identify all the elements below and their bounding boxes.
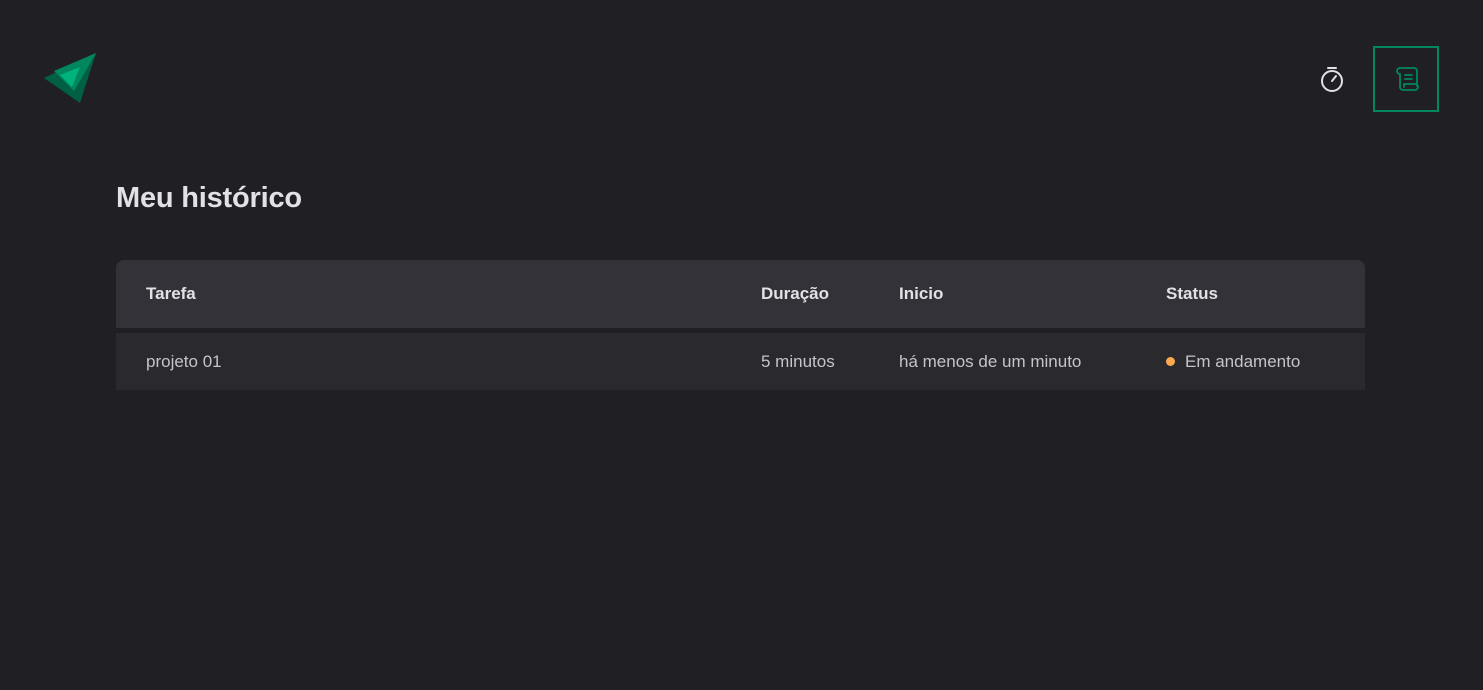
status-label: Em andamento [1185, 351, 1301, 371]
page-title: Meu histórico [116, 182, 302, 214]
nav-history-button[interactable] [1373, 46, 1439, 112]
column-header-start: Inicio [899, 260, 1166, 328]
status-indicator: Em andamento [1166, 352, 1365, 372]
column-header-duration: Duração [761, 260, 899, 328]
cell-status: Em andamento [1166, 328, 1365, 390]
column-header-status: Status [1166, 260, 1365, 328]
column-header-task: Tarefa [116, 260, 761, 328]
cell-start: há menos de um minuto [899, 328, 1166, 390]
status-dot-icon [1166, 357, 1175, 366]
main-nav [1299, 46, 1439, 112]
app-header [0, 0, 1483, 150]
cell-duration: 5 minutos [761, 328, 899, 390]
nav-timer-button[interactable] [1299, 46, 1365, 112]
table-header-row: Tarefa Duração Inicio Status [116, 260, 1365, 328]
triangle-logo-icon [44, 53, 98, 107]
scroll-icon [1391, 64, 1421, 94]
cell-task: projeto 01 [116, 328, 761, 390]
table-row: projeto 01 5 minutos há menos de um minu… [116, 328, 1365, 390]
timer-icon [1318, 65, 1346, 93]
history-table: Tarefa Duração Inicio Status projeto 01 … [116, 260, 1365, 390]
